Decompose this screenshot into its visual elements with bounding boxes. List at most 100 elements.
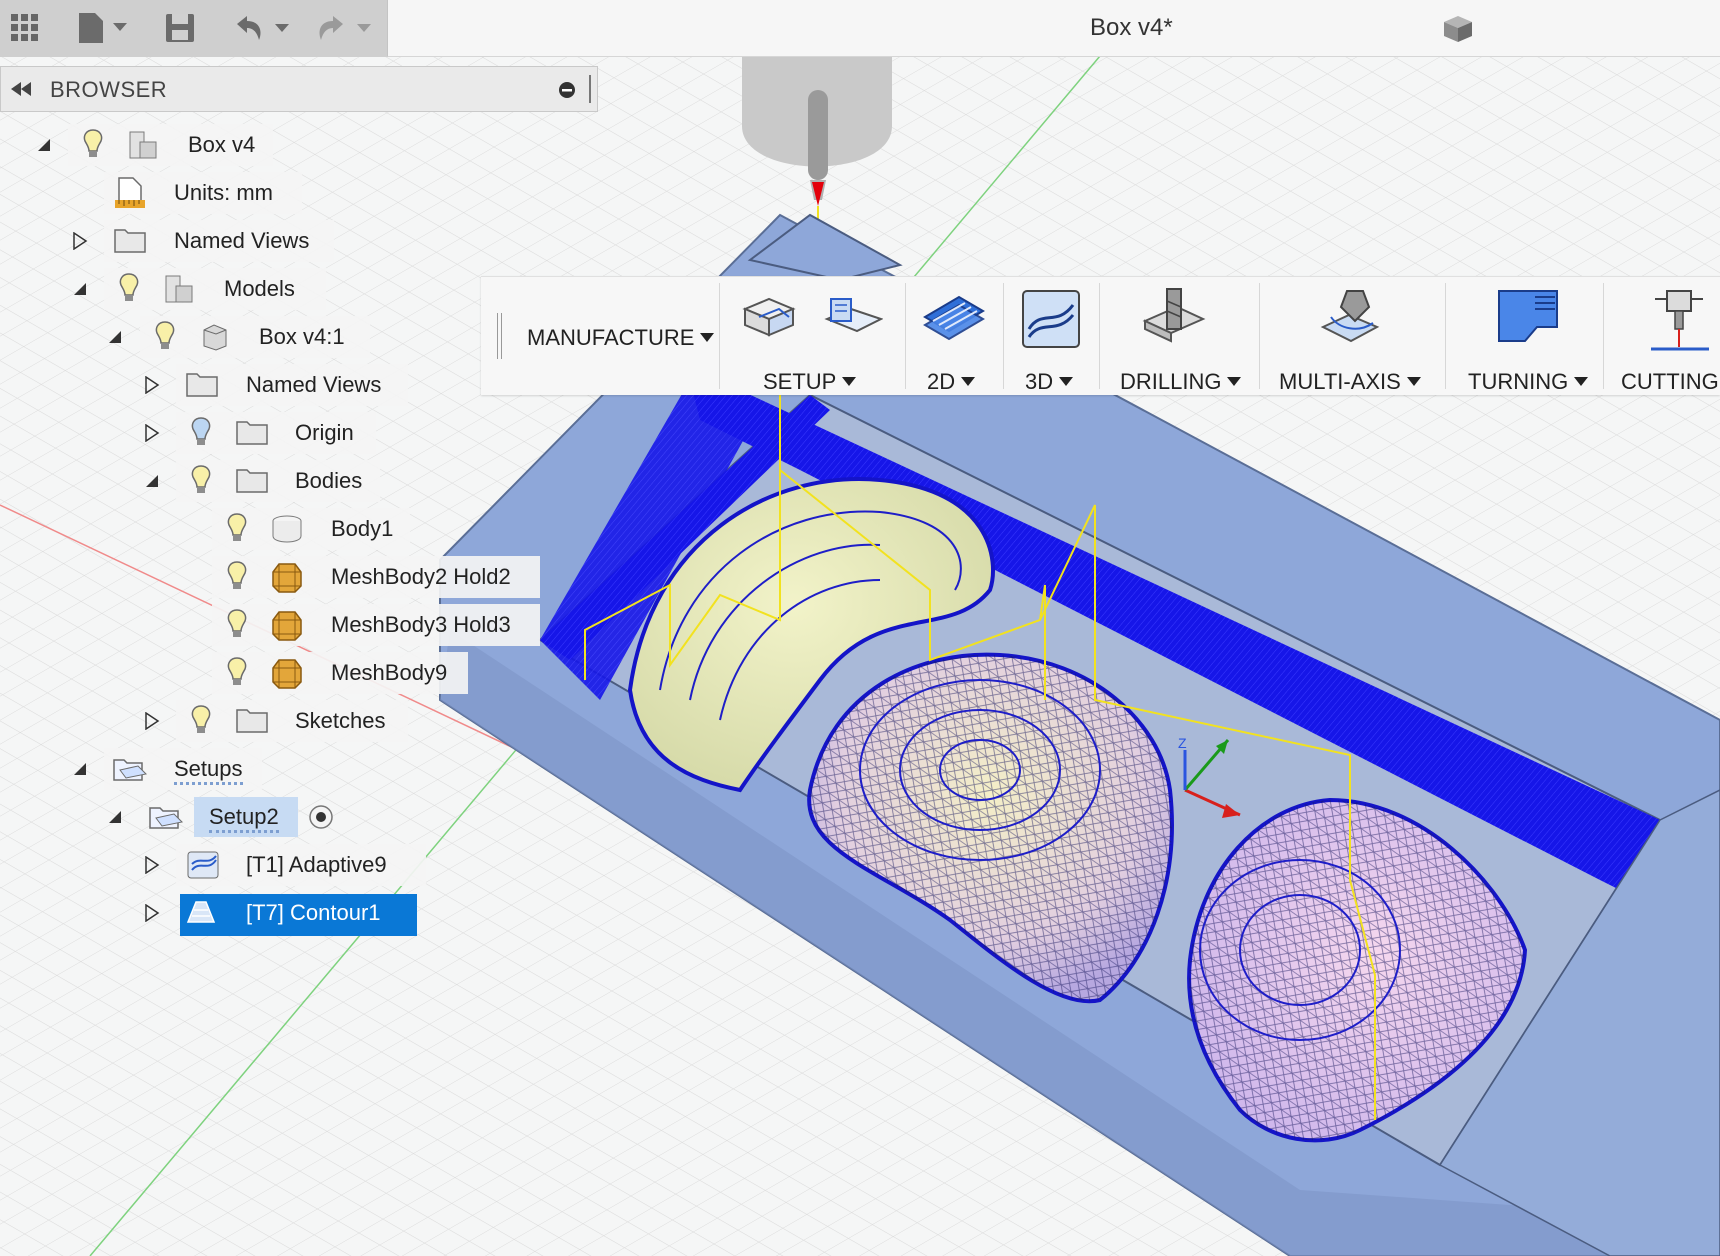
lightbulb-icon[interactable] — [190, 464, 212, 501]
folder-icon — [185, 370, 219, 403]
turning-menu[interactable]: TURNING — [1468, 369, 1589, 395]
tree-label-body1[interactable]: Body1 — [331, 516, 393, 542]
lightbulb-icon[interactable] — [226, 656, 248, 693]
tree-label-meshbody3[interactable]: MeshBody3 Hold3 — [331, 612, 511, 638]
drilling-menu[interactable]: DRILLING — [1120, 369, 1242, 395]
collapsed-triangle-icon[interactable] — [143, 904, 161, 922]
turning-menu-label: TURNING — [1468, 369, 1569, 394]
workspace-label: MANUFACTURE — [527, 325, 695, 350]
assembly-icon — [128, 130, 158, 165]
tree-label-component-named-views[interactable]: Named Views — [246, 372, 381, 398]
tree-label-component[interactable]: Box v4:1 — [259, 324, 345, 350]
drilling-menu-label: DRILLING — [1120, 369, 1222, 394]
grid-icon[interactable] — [8, 6, 42, 50]
chevron-down-icon — [1227, 377, 1242, 386]
collapsed-triangle-icon[interactable] — [143, 712, 161, 730]
mesh-body-icon — [271, 658, 303, 695]
save-icon[interactable] — [163, 6, 197, 50]
2d-adaptive-icon[interactable] — [921, 287, 987, 356]
tree-label-meshbody9[interactable]: MeshBody9 — [331, 660, 447, 686]
adaptive-clearing-icon — [186, 850, 220, 885]
svg-text:Z: Z — [1178, 735, 1187, 751]
document-tab[interactable] — [387, 0, 1720, 57]
tree-label-named-views[interactable]: Named Views — [174, 228, 309, 254]
cutting-menu[interactable]: CUTTING — [1621, 369, 1719, 395]
active-radio-icon[interactable] — [308, 804, 334, 835]
tree-label-setup2[interactable]: Setup2 — [209, 804, 279, 833]
collapsed-triangle-icon[interactable] — [143, 424, 161, 442]
expanded-triangle-icon[interactable] — [35, 136, 53, 154]
multi-axis-menu[interactable]: MULTI-AXIS — [1279, 369, 1421, 395]
3d-menu-label: 3D — [1025, 369, 1054, 394]
tree-label-bodies[interactable]: Bodies — [295, 468, 362, 494]
browser-title: BROWSER — [50, 77, 168, 102]
units-ruler-icon — [113, 176, 147, 215]
tree-label-models[interactable]: Models — [224, 276, 295, 302]
chevron-down-icon — [1406, 377, 1421, 386]
lightbulb-icon[interactable] — [226, 512, 248, 549]
panel-resize-handle[interactable] — [589, 75, 591, 103]
folder-icon — [235, 466, 269, 499]
stock-setup-icon[interactable] — [823, 287, 884, 352]
tree-label-meshbody2[interactable]: MeshBody2 Hold2 — [331, 564, 511, 590]
tree-label-sketches[interactable]: Sketches — [295, 708, 386, 734]
multi-axis-menu-label: MULTI-AXIS — [1279, 369, 1401, 394]
lightbulb-icon[interactable] — [190, 704, 212, 741]
document-box-icon — [1440, 14, 1474, 49]
lightbulb-icon[interactable] — [226, 608, 248, 645]
file-icon[interactable] — [74, 6, 136, 50]
expanded-triangle-icon[interactable] — [143, 472, 161, 490]
collapsed-triangle-icon[interactable] — [143, 376, 161, 394]
chevron-down-icon — [700, 333, 715, 342]
collapse-panel-icon[interactable] — [11, 81, 33, 102]
multi-axis-icon[interactable] — [1317, 287, 1383, 358]
expanded-triangle-icon[interactable] — [71, 280, 89, 298]
lightbulb-off-icon[interactable] — [190, 416, 212, 453]
collapsed-triangle-icon[interactable] — [71, 232, 89, 250]
tree-label-units[interactable]: Units: mm — [174, 180, 273, 206]
tree-label-op-contour[interactable]: [T7] Contour1 — [246, 900, 381, 926]
collapsed-triangle-icon[interactable] — [143, 856, 161, 874]
folder-icon — [235, 706, 269, 739]
tree-label-setups[interactable]: Setups — [174, 756, 243, 785]
3d-adaptive-icon[interactable] — [1019, 287, 1083, 356]
undo-icon[interactable] — [230, 6, 296, 50]
chevron-down-icon — [842, 377, 857, 386]
setup-menu-label: SETUP — [763, 369, 837, 394]
quick-access-toolbar — [0, 0, 387, 57]
expanded-triangle-icon[interactable] — [106, 808, 124, 826]
cutting-menu-label: CUTTING — [1621, 369, 1719, 394]
2d-menu[interactable]: 2D — [927, 369, 976, 395]
workspace-switcher[interactable]: MANUFACTURE — [527, 325, 715, 351]
lightbulb-icon[interactable] — [154, 320, 176, 357]
contour-icon — [186, 898, 220, 933]
cutting-icon[interactable] — [1647, 287, 1713, 362]
lightbulb-icon[interactable] — [82, 128, 104, 165]
setups-folder-icon — [112, 754, 148, 789]
redo-icon[interactable] — [312, 6, 378, 50]
3d-menu[interactable]: 3D — [1025, 369, 1074, 395]
lightbulb-icon[interactable] — [226, 560, 248, 597]
chevron-down-icon — [1059, 377, 1074, 386]
component-icon — [200, 322, 230, 357]
expanded-triangle-icon[interactable] — [106, 328, 124, 346]
toolbar-grip[interactable] — [497, 313, 502, 359]
lightbulb-icon[interactable] — [118, 272, 140, 309]
document-title: Box v4* — [1090, 14, 1173, 41]
turning-icon[interactable] — [1495, 287, 1561, 352]
drill-icon[interactable] — [1141, 287, 1207, 358]
setup-menu[interactable]: SETUP — [763, 369, 857, 395]
folder-icon — [113, 226, 147, 259]
setup-new-icon[interactable] — [739, 287, 799, 352]
tree-label-op-adaptive[interactable]: [T1] Adaptive9 — [246, 852, 387, 878]
2d-menu-label: 2D — [927, 369, 956, 394]
minus-circle-icon[interactable] — [558, 81, 576, 104]
folder-icon — [235, 418, 269, 451]
chevron-down-icon — [1574, 377, 1589, 386]
chevron-down-icon — [961, 377, 976, 386]
manufacture-toolbar: MANUFACTURE SETUP 2D 3D DRILLING MULTI-A… — [481, 276, 1720, 395]
tree-label-root[interactable]: Box v4 — [188, 132, 255, 158]
assembly-icon — [164, 274, 194, 309]
expanded-triangle-icon[interactable] — [71, 760, 89, 778]
tree-label-origin[interactable]: Origin — [295, 420, 354, 446]
